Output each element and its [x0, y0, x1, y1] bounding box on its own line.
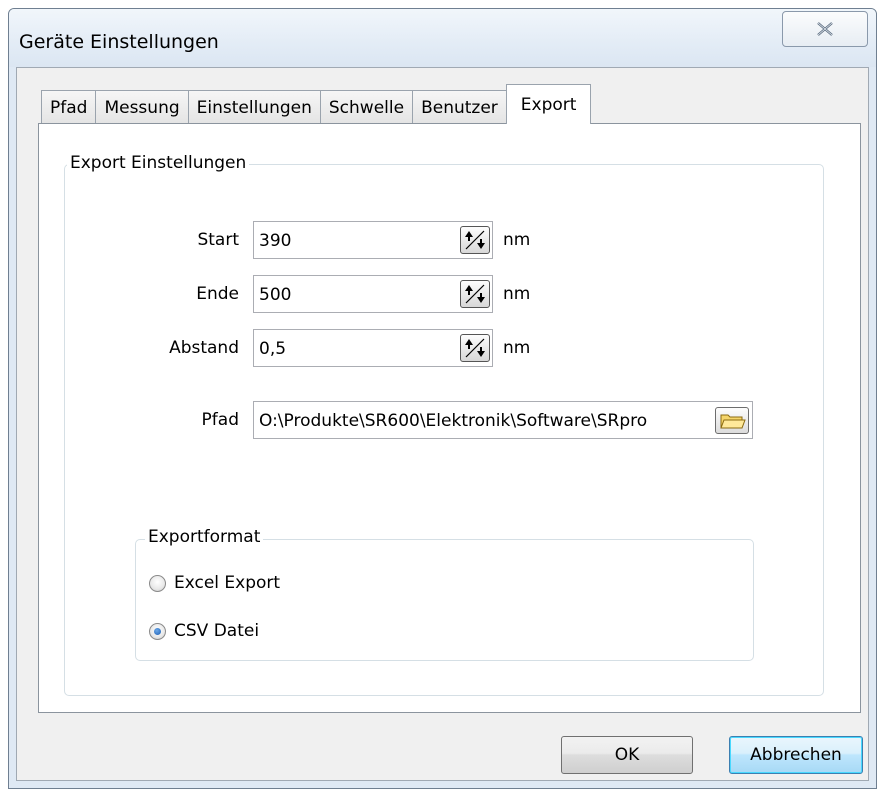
tab-export[interactable]: Export	[505, 84, 592, 124]
tab-label: Messung	[104, 97, 180, 118]
tab-label: Pfad	[50, 97, 88, 118]
step-spinbox[interactable]: 0,5	[253, 329, 493, 367]
excel-export-label: Excel Export	[174, 573, 281, 593]
tab-schwelle[interactable]: Schwelle	[319, 90, 414, 124]
close-button[interactable]	[782, 11, 868, 47]
start-unit: nm	[503, 230, 531, 250]
step-value: 0,5	[259, 339, 287, 359]
tab-label: Schwelle	[328, 97, 405, 118]
csv-file-radio[interactable]	[149, 622, 166, 640]
start-label: Start	[197, 230, 239, 250]
path-label: Pfad	[201, 410, 239, 430]
cancel-button-label: Abbrechen	[750, 745, 842, 765]
csv-file-label: CSV Datei	[174, 621, 260, 641]
spin-updown-icon	[465, 230, 485, 250]
close-icon	[817, 22, 833, 36]
tab-einstellungen[interactable]: Einstellungen	[187, 90, 321, 124]
step-label: Abstand	[169, 338, 239, 358]
browse-folder-button[interactable]	[715, 407, 749, 434]
tab-label: Benutzer	[421, 97, 498, 118]
tab-pfad[interactable]: Pfad	[41, 90, 97, 124]
window-title: Geräte Einstellungen	[19, 31, 219, 53]
tab-label: Einstellungen	[196, 97, 312, 118]
ok-button-label: OK	[614, 745, 640, 765]
export-tab-panel: Export Einstellungen Start 390 nm Ende 5…	[38, 123, 861, 713]
excel-export-option[interactable]: Excel Export	[149, 573, 280, 593]
export-format-group-label: Exportformat	[145, 527, 264, 547]
start-spinbox[interactable]: 390	[253, 221, 493, 259]
end-value: 500	[259, 285, 292, 305]
ok-button[interactable]: OK	[561, 736, 693, 774]
path-value: O:\Produkte\SR600\Elektronik\Software\SR…	[259, 411, 648, 431]
tab-label: Export	[520, 94, 577, 115]
export-settings-group-label: Export Einstellungen	[67, 153, 250, 173]
csv-file-option[interactable]: CSV Datei	[149, 621, 259, 641]
excel-export-radio[interactable]	[149, 574, 166, 592]
end-unit: nm	[503, 284, 531, 304]
start-value: 390	[259, 231, 292, 251]
export-format-group	[135, 539, 754, 661]
spin-updown-icon	[465, 338, 485, 358]
spin-updown-icon	[465, 284, 485, 304]
tab-messung[interactable]: Messung	[95, 90, 189, 124]
step-spin-button[interactable]	[460, 334, 490, 362]
start-spin-button[interactable]	[460, 226, 490, 254]
tab-strip: Pfad Messung Einstellungen Schwelle Benu…	[41, 84, 592, 124]
end-spinbox[interactable]: 500	[253, 275, 493, 313]
end-label: Ende	[196, 284, 239, 304]
tab-benutzer[interactable]: Benutzer	[412, 90, 507, 124]
folder-icon	[720, 414, 746, 429]
end-spin-button[interactable]	[460, 280, 490, 308]
step-unit: nm	[503, 338, 531, 358]
path-input[interactable]: O:\Produkte\SR600\Elektronik\Software\SR…	[253, 401, 753, 439]
dialog-client-area: Pfad Messung Einstellungen Schwelle Benu…	[16, 67, 869, 781]
dialog-window: Geräte Einstellungen Pfad Messung Einste…	[8, 8, 877, 789]
cancel-button[interactable]: Abbrechen	[729, 736, 863, 774]
title-bar: Geräte Einstellungen	[9, 9, 876, 67]
